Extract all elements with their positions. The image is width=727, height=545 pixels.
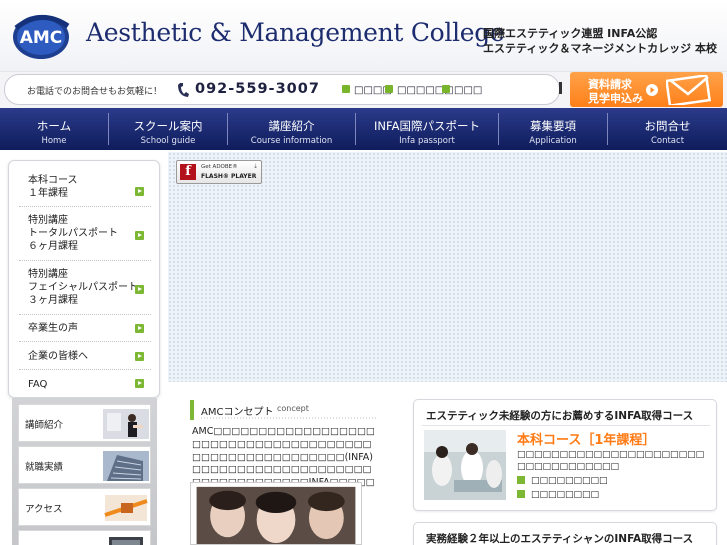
phone-box: お電話でのお問合せもお気軽に！ 092-559-3007 □□□□ □□□□□□… [4, 74, 560, 105]
course-description: □□□□□□□□□□□□□□□□□□□□□□□□□□□□□□□□□□ [517, 450, 705, 472]
flash-icon: f [180, 164, 196, 180]
course-card-main: エステティック未経験の方にお薦めするINFA取得コース 本科コース［1年課程］ … [413, 399, 717, 511]
course-link-1[interactable]: □□□□□□□□□ [517, 476, 608, 486]
nav-school-guide[interactable]: スクール案内 School guide [109, 108, 227, 150]
instructor-photo [103, 409, 149, 439]
sidebar-item-employment[interactable]: 就職実績 [18, 446, 151, 484]
bullet-icon [517, 476, 525, 484]
sidebar-item-facial-passport[interactable]: 特別講座 フェイシャルパスポート ３ヶ月課程 [19, 261, 151, 315]
bullet-icon [517, 490, 525, 498]
classroom-photo [424, 430, 506, 500]
request-label-2: 見学申込み [588, 92, 643, 105]
sidebar-item-faq[interactable]: FAQ [19, 370, 151, 396]
flash-area [168, 152, 727, 382]
global-nav: ホーム Home スクール案内 School guide 講座紹介 Course in… [0, 108, 727, 150]
phone-number[interactable]: 092-559-3007 [195, 81, 320, 97]
nav-home[interactable]: ホーム Home [0, 108, 108, 150]
envelope-icon [666, 75, 712, 105]
concept-heading: AMCコンセプト concept [190, 400, 378, 420]
arrow-right-icon [135, 231, 144, 240]
flash-get-label: Get ADOBE® [201, 164, 238, 170]
arrow-right-icon [135, 285, 144, 294]
course-title[interactable]: 本科コース［1年課程］ [517, 429, 655, 448]
sidebar-item-extra[interactable] [18, 530, 151, 545]
bullet-icon [342, 85, 350, 93]
bullet-icon [442, 85, 450, 93]
arrow-right-icon [646, 84, 658, 96]
dotted-rule [200, 417, 378, 419]
info-bar: お電話でのお問合せもお気軽に！ 092-559-3007 □□□□ □□□□□□… [0, 72, 727, 108]
bullet-icon [385, 85, 393, 93]
divider [422, 425, 710, 426]
phone-lead-text: お電話でのお問合せもお気軽に！ [27, 87, 163, 97]
sidebar-item-main-course[interactable]: 本科コース １年課程 [19, 165, 151, 207]
nav-contact[interactable]: お問合せ Contact [608, 108, 727, 150]
arrow-right-icon [135, 379, 144, 388]
heading-accent-bar [190, 400, 194, 420]
access-map-icon [103, 493, 149, 523]
students-photo [190, 482, 362, 545]
flash-player-label: FLASH® PLAYER [201, 173, 257, 180]
course-card-heading: 実務経験２年以上のエステティシャンのINFA取得コース [426, 533, 694, 545]
logo-text: AMC [20, 28, 63, 48]
download-icon: ⇣ [253, 163, 259, 170]
amc-logo[interactable]: AMC [10, 10, 72, 62]
course-card-heading: エステティック未経験の方にお薦めするINFA取得コース [426, 410, 694, 422]
header-subtitle-2: エステティック＆マネージメントカレッジ 本校 [483, 42, 717, 55]
concept-title: AMCコンセプト [201, 407, 274, 418]
arrow-right-icon [135, 324, 144, 333]
get-flash-player-button[interactable]: f Get ADOBE® FLASH® PLAYER ⇣ [176, 160, 262, 184]
site-title: Aesthetic & Management College [86, 18, 505, 47]
sidebar-menu: 本科コース １年課程 特別講座 トータルパスポート ６ヶ月課程 特別講座 フェイ… [8, 160, 160, 398]
sidebar-item-instructors[interactable]: 講師紹介 [18, 404, 151, 442]
course-card-experienced: 実務経験２年以上のエステティシャンのINFA取得コース [413, 522, 717, 545]
building-photo [103, 451, 149, 481]
sidebar-item-access[interactable]: アクセス [18, 488, 151, 526]
arrow-right-icon [135, 352, 144, 361]
course-link-2[interactable]: □□□□□□□□ [517, 490, 599, 500]
nav-infa-passport[interactable]: INFA国際パスポート Infa passport [356, 108, 498, 150]
sidebar-item-total-passport[interactable]: 特別講座 トータルパスポート ６ヶ月課程 [19, 207, 151, 261]
divider [559, 82, 562, 94]
nav-course-information[interactable]: 講座紹介 Course information [228, 108, 355, 150]
header-subtitle-1: 国際エステティック連盟 INFA公認 [483, 27, 658, 40]
monitor-icon [109, 537, 143, 545]
header-link-3[interactable]: □□□ [442, 85, 482, 96]
nav-application[interactable]: 募集要項 Application [499, 108, 607, 150]
request-brochure-button[interactable]: 資料請求 見学申込み [570, 72, 723, 107]
sidebar-item-graduates[interactable]: 卒業生の声 [19, 315, 151, 342]
concept-subtitle: concept [277, 404, 309, 413]
sidebar-lower: 講師紹介 就職実績 アクセス [12, 398, 157, 545]
site-header: AMC Aesthetic & Management College 国際エステ… [0, 0, 727, 72]
phone-icon [178, 83, 189, 97]
arrow-right-icon [135, 187, 144, 196]
sidebar-item-companies[interactable]: 企業の皆様へ [19, 342, 151, 370]
